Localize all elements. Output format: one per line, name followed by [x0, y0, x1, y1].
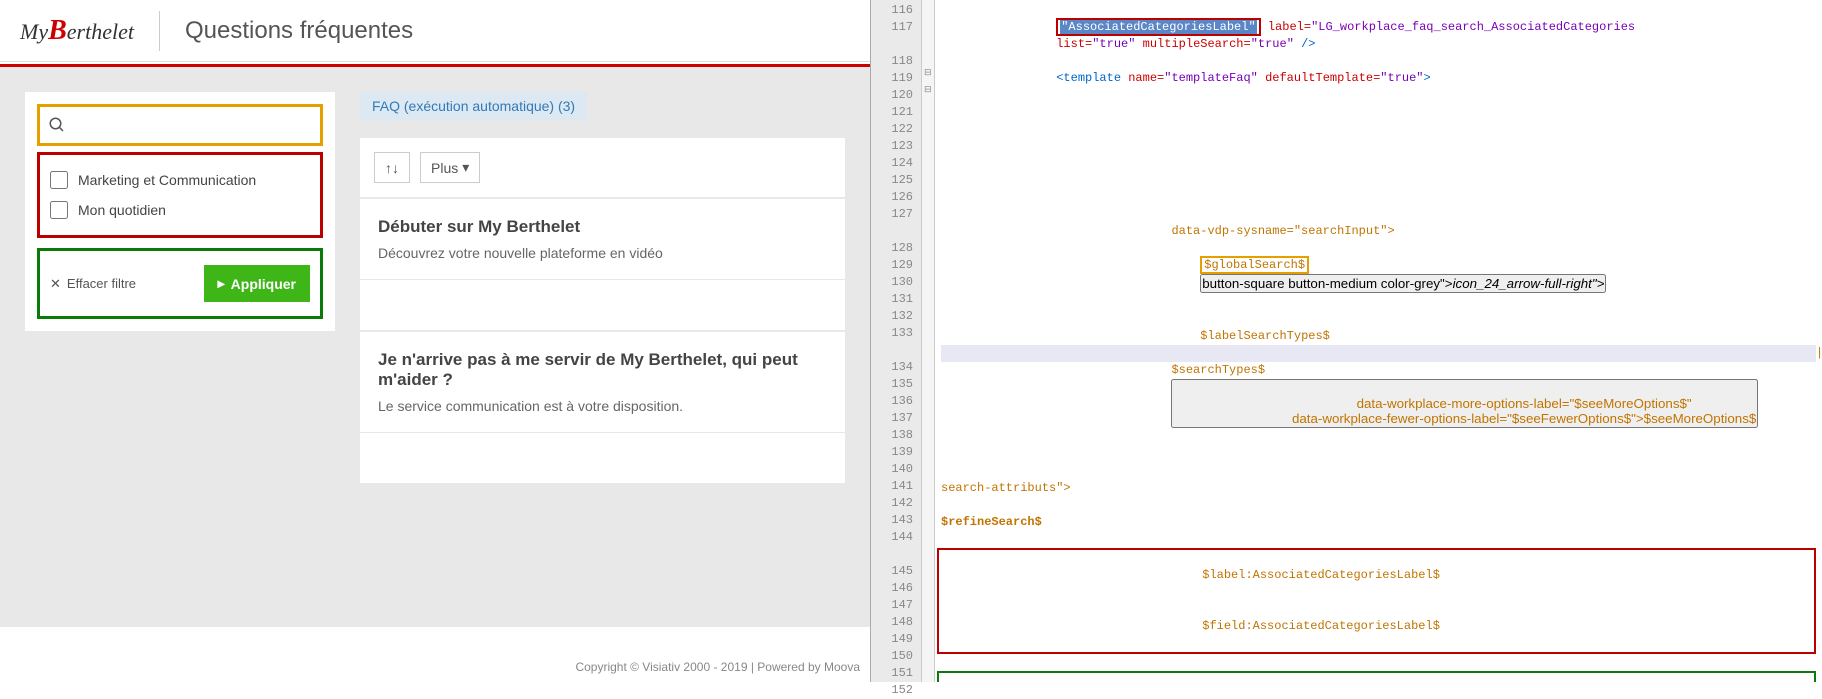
sort-icon: ↑↓ — [385, 160, 399, 176]
apply-button[interactable]: ▸ Appliquer — [204, 265, 310, 302]
search-icon — [48, 116, 66, 134]
clear-label: Effacer filtre — [67, 276, 136, 291]
actions-highlight: ✕ Effacer filtre ▸ Appliquer — [37, 248, 323, 319]
faq-item-desc: Découvrez votre nouvelle plateforme en v… — [378, 245, 827, 261]
fold-column: ⊟ ⊟ — [921, 0, 935, 682]
page-title: Questions fréquentes — [185, 17, 413, 45]
line-number-gutter: 116117 118119120121122123124125126127 12… — [871, 0, 921, 682]
search-box-highlight — [37, 104, 323, 146]
logo-my: My — [20, 19, 48, 44]
filter-sidebar: Marketing et Communication Mon quotidien… — [25, 92, 335, 331]
logo-b: B — [48, 15, 67, 46]
code-content[interactable]: "AssociatedCategoriesLabel" label="LG_wo… — [935, 0, 1822, 682]
search-input[interactable] — [74, 117, 312, 133]
faq-item[interactable]: Je n'arrive pas à me servir de My Berthe… — [360, 332, 845, 432]
category-checkbox[interactable] — [50, 201, 68, 219]
category-checkbox[interactable] — [50, 171, 68, 189]
clear-filter-button[interactable]: ✕ Effacer filtre — [50, 276, 136, 292]
app-header: MyBerthelet Questions fréquentes — [0, 0, 870, 62]
apply-label: Appliquer — [231, 276, 296, 292]
results-column: FAQ (exécution automatique) (3) ↑↓ Plus … — [360, 92, 845, 602]
footer-copyright: Copyright © Visiativ 2000 - 2019 | Power… — [575, 660, 860, 674]
arrow-right-icon: ▸ — [218, 275, 225, 292]
sort-button[interactable]: ↑↓ — [374, 152, 410, 183]
code-editor: 116117 118119120121122123124125126127 12… — [870, 0, 1822, 682]
content-area: Marketing et Communication Mon quotidien… — [0, 67, 870, 627]
category-item[interactable]: Mon quotidien — [48, 195, 312, 225]
results-toolbar: ↑↓ Plus ▾ — [360, 138, 845, 197]
faq-app: MyBerthelet Questions fréquentes Marketi… — [0, 0, 870, 682]
logo-rest: erthelet — [67, 19, 134, 44]
faq-item-desc: Le service communication est à votre dis… — [378, 398, 827, 414]
more-button[interactable]: Plus ▾ — [420, 152, 480, 183]
category-label: Marketing et Communication — [78, 172, 256, 188]
faq-item[interactable]: Débuter sur My Berthelet Découvrez votre… — [360, 199, 845, 279]
faq-count-link[interactable]: FAQ (exécution automatique) (3) — [360, 92, 587, 120]
header-divider — [159, 11, 160, 51]
logo: MyBerthelet — [20, 15, 134, 47]
category-item[interactable]: Marketing et Communication — [48, 165, 312, 195]
more-label: Plus — [431, 160, 458, 176]
faq-item-title: Je n'arrive pas à me servir de My Berthe… — [378, 350, 827, 390]
caret-down-icon: ▾ — [462, 159, 469, 176]
fold-minus-icon[interactable]: ⊟ — [924, 85, 932, 95]
faq-item-title: Débuter sur My Berthelet — [378, 217, 827, 237]
close-icon: ✕ — [50, 276, 61, 292]
categories-highlight: Marketing et Communication Mon quotidien — [37, 152, 323, 238]
category-label: Mon quotidien — [78, 202, 166, 218]
fold-minus-icon[interactable]: ⊟ — [924, 68, 932, 78]
